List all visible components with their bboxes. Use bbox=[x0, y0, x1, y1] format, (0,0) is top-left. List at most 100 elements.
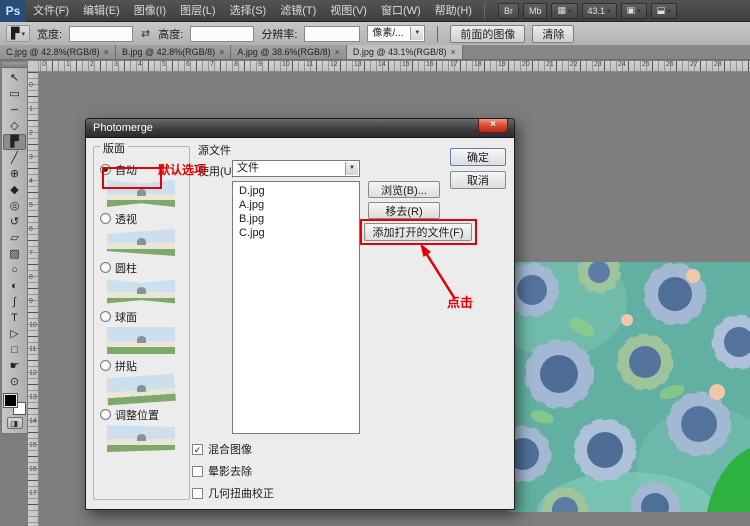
file-item[interactable]: D.jpg bbox=[233, 184, 359, 198]
layout-option-4[interactable]: 球面 bbox=[94, 309, 189, 324]
quick-selection-tool[interactable]: ◇ bbox=[3, 118, 26, 134]
height-input[interactable] bbox=[190, 26, 254, 42]
bridge-button[interactable]: Br bbox=[498, 3, 519, 19]
checkbox-unchecked[interactable] bbox=[192, 466, 203, 477]
menu-item-8[interactable]: 窗口(W) bbox=[374, 0, 428, 22]
ruler-number: 17 bbox=[29, 490, 37, 497]
mini-bridge-button[interactable]: Mb bbox=[523, 3, 548, 19]
zoom-level-button[interactable]: 43.1▾ bbox=[582, 3, 617, 19]
radio-button[interactable] bbox=[100, 262, 111, 273]
checkbox-unchecked[interactable] bbox=[192, 488, 203, 499]
path-selection-tool[interactable]: ▷ bbox=[3, 326, 26, 342]
cancel-button[interactable]: 取消 bbox=[450, 171, 506, 189]
layout-thumbnail-5 bbox=[106, 374, 176, 406]
menu-item-6[interactable]: 滤镜(T) bbox=[273, 0, 323, 22]
unit-value: 像素/... bbox=[372, 28, 403, 39]
tab-close-icon[interactable]: × bbox=[104, 48, 109, 57]
ruler-number: 13 bbox=[354, 61, 362, 68]
resolution-unit-select[interactable]: 像素/... ▼ bbox=[367, 25, 425, 42]
radio-button[interactable] bbox=[100, 360, 111, 371]
document-tab-1[interactable]: C.jpg @ 42.8%(RGB/8)× bbox=[0, 45, 116, 59]
source-file-list[interactable]: D.jpgA.jpgB.jpgC.jpg bbox=[232, 181, 360, 434]
quick-mask-button[interactable]: ◨ bbox=[7, 417, 23, 429]
move-tool[interactable]: ↖ bbox=[3, 70, 26, 86]
file-item[interactable]: A.jpg bbox=[233, 198, 359, 212]
brush-tool[interactable]: ◆ bbox=[3, 182, 26, 198]
document-tab-4[interactable]: D.jpg @ 43.1%(RGB/8)× bbox=[347, 45, 463, 59]
document-tab-3[interactable]: A.jpg @ 38.6%(RGB/8)× bbox=[231, 45, 346, 59]
menu-bar: Ps 文件(F)编辑(E)图像(I)图层(L)选择(S)滤镜(T)视图(V)窗口… bbox=[0, 0, 750, 22]
foreground-color-swatch[interactable] bbox=[4, 394, 17, 407]
panel-grip[interactable] bbox=[2, 62, 27, 68]
checkbox-row-1[interactable]: ✓混合图像 bbox=[192, 441, 274, 457]
menu-item-5[interactable]: 选择(S) bbox=[223, 0, 274, 22]
layout-option-3[interactable]: 圆柱 bbox=[94, 260, 189, 275]
source-files-title: 源文件 bbox=[198, 142, 231, 158]
zoom-tool[interactable]: ⊙ bbox=[3, 374, 26, 390]
tab-close-icon[interactable]: × bbox=[451, 48, 456, 57]
menu-item-7[interactable]: 视图(V) bbox=[323, 0, 374, 22]
browse-button[interactable]: 浏览(B)... bbox=[368, 181, 440, 198]
screen-mode-button[interactable]: ⬓▾ bbox=[651, 3, 677, 19]
file-item[interactable]: B.jpg bbox=[233, 212, 359, 226]
clear-button[interactable]: 清除 bbox=[532, 25, 574, 43]
type-tool[interactable]: T bbox=[3, 310, 26, 326]
eyedropper-tool[interactable]: ╱ bbox=[3, 150, 26, 166]
lasso-tool[interactable]: ∽ bbox=[3, 102, 26, 118]
chevron-down-icon: ▾ bbox=[667, 7, 671, 15]
clone-stamp-tool[interactable]: ◎ bbox=[3, 198, 26, 214]
menu-item-3[interactable]: 图像(I) bbox=[127, 0, 173, 22]
radio-button[interactable] bbox=[100, 311, 111, 322]
tool-preset-picker[interactable]: ▛ ▾ bbox=[6, 25, 30, 42]
layout-option-2[interactable]: 透视 bbox=[94, 211, 189, 226]
crop-tool[interactable]: ▛ bbox=[3, 134, 26, 150]
ruler-number: 16 bbox=[29, 466, 37, 473]
radio-button[interactable] bbox=[100, 213, 111, 224]
radio-button[interactable] bbox=[100, 409, 111, 420]
close-button[interactable]: × bbox=[478, 119, 508, 133]
view-extras-button[interactable]: ▦▾ bbox=[551, 3, 577, 19]
hand-tool[interactable]: ☛ bbox=[3, 358, 26, 374]
width-label: 宽度: bbox=[37, 26, 62, 42]
checkbox-checked[interactable]: ✓ bbox=[192, 444, 203, 455]
resolution-input[interactable] bbox=[304, 26, 360, 42]
menu-item-2[interactable]: 编辑(E) bbox=[76, 0, 127, 22]
checkbox-row-3[interactable]: 几何扭曲校正 bbox=[192, 485, 274, 501]
menu-item-4[interactable]: 图层(L) bbox=[173, 0, 222, 22]
swap-dimensions-icon[interactable]: ⇄ bbox=[140, 27, 151, 40]
layout-thumbnail-6 bbox=[107, 425, 175, 452]
radio-label: 透视 bbox=[115, 211, 137, 227]
layout-thumbnail-3 bbox=[107, 278, 175, 305]
width-input[interactable] bbox=[69, 26, 133, 42]
marquee-tool[interactable]: ▭ bbox=[3, 86, 26, 102]
ok-button[interactable]: 确定 bbox=[450, 148, 506, 166]
gradient-tool[interactable]: ▨ bbox=[3, 246, 26, 262]
checkbox-row-2[interactable]: 晕影去除 bbox=[192, 463, 274, 479]
eraser-tool[interactable]: ▱ bbox=[3, 230, 26, 246]
layout-option-6[interactable]: 调整位置 bbox=[94, 407, 189, 422]
ruler-number: 20 bbox=[522, 61, 530, 68]
menu-item-9[interactable]: 帮助(H) bbox=[428, 0, 479, 22]
pen-tool[interactable]: ∫ bbox=[3, 294, 26, 310]
tab-label: B.jpg @ 42.8%(RGB/8) bbox=[122, 47, 215, 57]
divider bbox=[484, 3, 485, 19]
ruler-number: 25 bbox=[642, 61, 650, 68]
use-select[interactable]: 文件 ▼ bbox=[232, 160, 360, 177]
shape-tool[interactable]: □ bbox=[3, 342, 26, 358]
menu-item-1[interactable]: 文件(F) bbox=[26, 0, 76, 22]
layout-option-5[interactable]: 拼贴 bbox=[94, 358, 189, 373]
healing-brush-tool[interactable]: ⊕ bbox=[3, 166, 26, 182]
tab-close-icon[interactable]: × bbox=[335, 48, 340, 57]
file-item[interactable]: C.jpg bbox=[233, 226, 359, 240]
history-brush-tool[interactable]: ↺ bbox=[3, 214, 26, 230]
document-tab-2[interactable]: B.jpg @ 42.8%(RGB/8) × bbox=[116, 45, 231, 59]
arrange-documents-button[interactable]: ▣▾ bbox=[621, 3, 647, 19]
blur-tool[interactable]: ○ bbox=[3, 262, 26, 278]
dodge-tool[interactable]: ◐ bbox=[3, 278, 26, 294]
remove-button[interactable]: 移去(R) bbox=[368, 202, 440, 219]
vertical-ruler: 01234567891011121314151617 bbox=[28, 72, 39, 526]
tab-close-icon[interactable]: × bbox=[219, 48, 224, 57]
front-image-button[interactable]: 前面的图像 bbox=[450, 25, 525, 43]
screen-mode-button-label: ⬓ bbox=[657, 5, 666, 16]
dialog-title-bar[interactable]: Photomerge bbox=[86, 119, 514, 138]
